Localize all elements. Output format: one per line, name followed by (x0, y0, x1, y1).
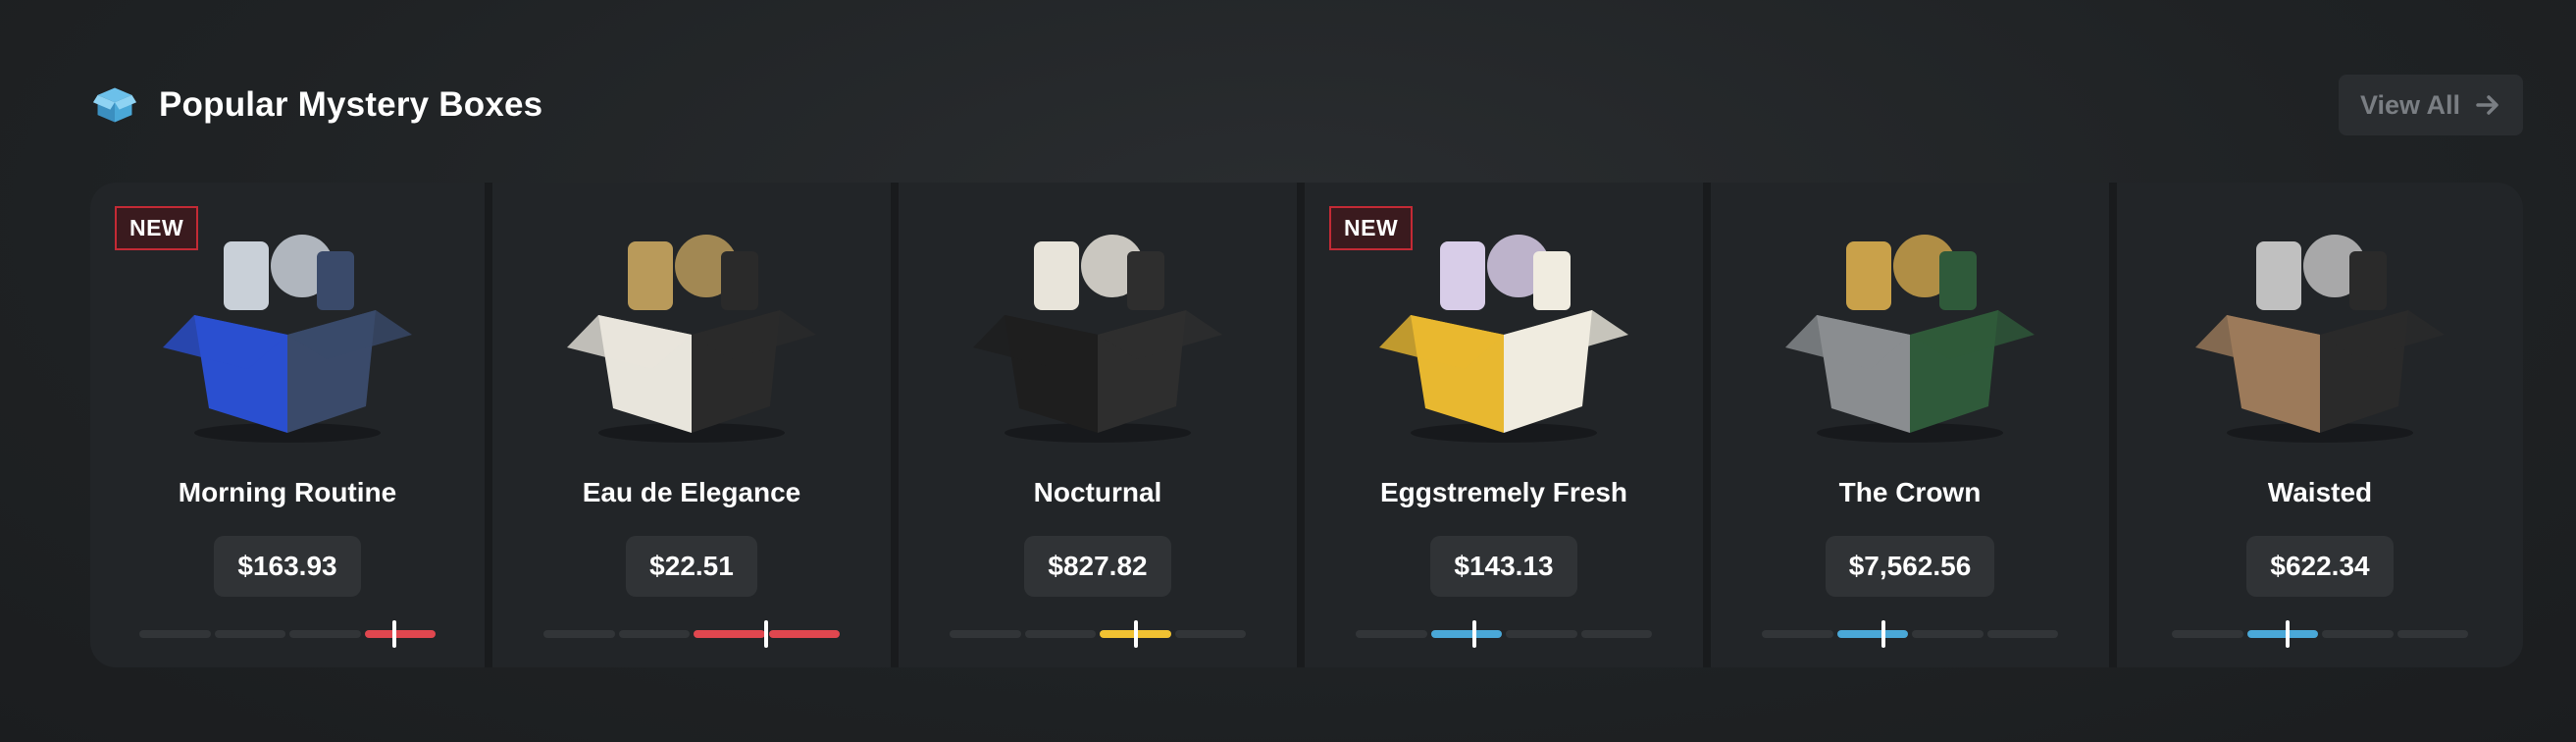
box-image (1785, 235, 2035, 443)
meter-segment (1986, 630, 2058, 638)
box-name: Nocturnal (1033, 477, 1162, 507)
meter-segment (618, 630, 690, 638)
meter-segment (1912, 630, 1984, 638)
price-tag: $622.34 (2246, 536, 2394, 597)
rarity-meter (1762, 620, 2058, 648)
meter-segment (950, 630, 1021, 638)
price-tag: $827.82 (1024, 536, 1171, 597)
section-title: Popular Mystery Boxes (159, 85, 543, 124)
meter-segment (1506, 630, 1577, 638)
mystery-box-card[interactable]: NEW Morning Routine $163.93 (90, 183, 492, 667)
box-image (973, 235, 1222, 443)
meter-marker (763, 620, 768, 648)
view-all-label: View All (2359, 89, 2460, 120)
box-name: Eggstremely Fresh (1379, 477, 1628, 507)
meter-segment (364, 630, 436, 638)
meter-segment (289, 630, 361, 638)
meter-segment (139, 630, 211, 638)
section-header: Popular Mystery Boxes View All (90, 73, 2523, 137)
box-icon (90, 80, 139, 130)
mystery-box-card[interactable]: Waisted $622.34 (2117, 183, 2523, 667)
meter-marker (1471, 620, 1476, 648)
meter-segment (1580, 630, 1652, 638)
meter-segment (768, 630, 840, 638)
meter-segment (1174, 630, 1246, 638)
view-all-button[interactable]: View All (2338, 75, 2523, 135)
new-badge: NEW (1329, 206, 1414, 250)
new-badge: NEW (115, 206, 199, 250)
rarity-meter (543, 620, 840, 648)
meter-segment (2396, 630, 2468, 638)
rarity-meter (139, 620, 436, 648)
price-tag: $143.13 (1430, 536, 1577, 597)
price-tag: $7,562.56 (1825, 536, 1995, 597)
meter-segment (1762, 630, 1833, 638)
meter-segment (2322, 630, 2394, 638)
rarity-meter (2172, 620, 2468, 648)
mystery-box-card[interactable]: The Crown $7,562.56 (1711, 183, 2117, 667)
price-tag: $163.93 (214, 536, 361, 597)
box-name: Waisted (2267, 477, 2373, 507)
title-group: Popular Mystery Boxes (90, 80, 542, 130)
meter-segment (1024, 630, 1096, 638)
price-tag: $22.51 (626, 536, 757, 597)
arrow-right-icon (2476, 95, 2499, 115)
box-name: Morning Routine (178, 477, 397, 507)
rarity-meter (1356, 620, 1652, 648)
meter-marker (2285, 620, 2290, 648)
mystery-box-card[interactable]: Nocturnal $827.82 (899, 183, 1305, 667)
boxes-carousel: NEW Morning Routine $163.93 Eau de Elegance… (90, 183, 2523, 667)
box-name: The Crown (1838, 477, 1982, 507)
meter-segment (1836, 630, 1908, 638)
mystery-box-card[interactable]: Eau de Elegance $22.51 (492, 183, 899, 667)
meter-segment (2172, 630, 2243, 638)
meter-marker (1134, 620, 1139, 648)
mystery-box-card[interactable]: NEW Eggstremely Fresh $143.13 (1305, 183, 1711, 667)
meter-marker (391, 620, 396, 648)
meter-segment (694, 630, 765, 638)
meter-segment (1430, 630, 1502, 638)
box-image (567, 235, 816, 443)
meter-segment (2246, 630, 2318, 638)
meter-marker (1880, 620, 1885, 648)
meter-segment (214, 630, 285, 638)
box-name: Eau de Elegance (582, 477, 801, 507)
box-image (2195, 235, 2445, 443)
meter-segment (1356, 630, 1427, 638)
meter-segment (543, 630, 615, 638)
rarity-meter (950, 620, 1246, 648)
